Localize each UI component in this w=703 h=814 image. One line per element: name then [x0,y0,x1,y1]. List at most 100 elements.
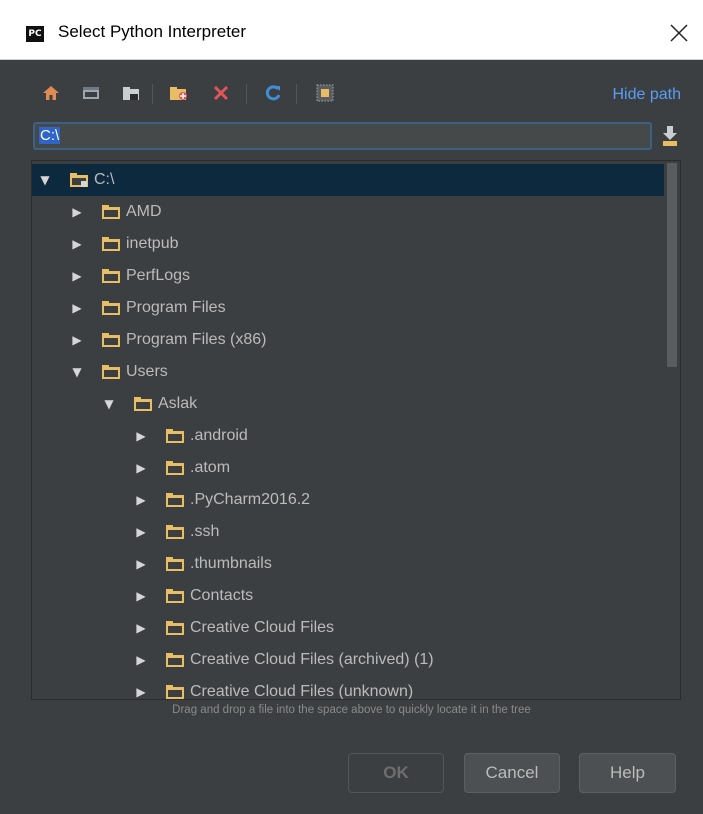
delete-button[interactable] [210,82,232,104]
tree-item[interactable]: ▶ AMD [32,196,664,228]
download-icon [663,126,677,146]
toolbar-separator [152,84,153,104]
title-bar: PC Select Python Interpreter [0,0,703,60]
folder-icon [166,493,184,507]
tree-item-label: Contacts [190,587,254,604]
home-button[interactable] [40,82,62,104]
tree-item-label: Aslak [158,395,198,412]
folder-icon [102,301,120,315]
expand-arrow-icon[interactable]: ▶ [134,484,148,516]
toolbar-separator [296,84,297,104]
tree-item-label: .android [190,427,248,444]
folder-icon [166,461,184,475]
new-folder-icon [170,87,187,100]
expand-arrow-icon[interactable]: ▶ [70,292,84,324]
expand-arrow-icon[interactable]: ▶ [134,516,148,548]
folder-icon [166,621,184,635]
folder-icon [166,557,184,571]
expand-arrow-icon[interactable]: ▶ [70,324,84,356]
expand-arrow-icon[interactable]: ▶ [134,420,148,452]
tree-item-label: Users [126,363,168,380]
tree-item[interactable]: ▶ Creative Cloud Files [32,612,664,644]
folder-icon [166,525,184,539]
folder-icon [102,365,120,379]
toolbar-separator [246,84,247,104]
refresh-icon [265,85,281,101]
expand-arrow-icon[interactable]: ▶ [70,228,84,260]
path-history-button[interactable] [656,122,684,150]
tree-item-label: .PyCharm2016.2 [190,491,311,508]
tree-item-label: AMD [126,203,162,220]
tree-item-label: PerfLogs [126,267,191,284]
close-icon [670,24,688,42]
folder-icon [102,237,120,251]
tree-item-label: Creative Cloud Files [190,619,335,636]
folder-icon [102,205,120,219]
scrollbar-thumb[interactable] [667,163,677,367]
expand-arrow-icon[interactable]: ▶ [134,452,148,484]
project-folder-icon [123,87,139,100]
folder-icon [134,397,152,411]
tree-item-label: inetpub [126,235,179,252]
tree-item-label: C:\ [94,171,115,188]
hide-path-link[interactable]: Hide path [613,86,682,104]
expand-arrow-icon[interactable]: ▶ [134,676,148,699]
desktop-icon [83,87,99,99]
expand-arrow-icon[interactable]: ▶ [70,196,84,228]
expand-arrow-icon[interactable]: ▶ [134,548,148,580]
expand-arrow-icon[interactable]: ▶ [134,580,148,612]
tree-item[interactable]: ▶ Contacts [32,580,664,612]
tree-item[interactable]: ▶ inetpub [32,228,664,260]
ok-button[interactable]: OK [348,753,444,793]
close-button[interactable] [660,14,698,52]
refresh-button[interactable] [262,82,284,104]
tree-item[interactable]: ▶ .android [32,420,664,452]
path-input[interactable]: C:\ [33,122,652,150]
expand-arrow-icon[interactable]: ▶ [70,260,84,292]
folder-icon [102,333,120,347]
tree-item[interactable]: ▶ Program Files [32,292,664,324]
tree-item[interactable]: ▼ C:\ [32,164,664,196]
path-value: C:\ [39,127,61,144]
collapse-arrow-icon[interactable]: ▼ [70,356,84,388]
folder-icon [102,269,120,283]
window-title: Select Python Interpreter [58,22,247,41]
tree-item-label: .atom [190,459,231,476]
expand-arrow-icon[interactable]: ▶ [134,644,148,676]
tree-item[interactable]: ▶ Program Files (x86) [32,324,664,356]
home-icon [43,86,59,100]
vertical-scrollbar[interactable] [664,161,680,699]
tree-item-label: Creative Cloud Files (unknown) [190,683,414,700]
tree-item-label: Creative Cloud Files (archived) (1) [190,651,434,668]
tree-item[interactable]: ▼ Aslak [32,388,664,420]
tree-item-label: .thumbnails [190,555,272,572]
tree-item[interactable]: ▼ Users [32,356,664,388]
tree-item[interactable]: ▶ .atom [32,452,664,484]
tree-item[interactable]: ▶ Creative Cloud Files (unknown) [32,676,664,700]
folder-icon [166,429,184,443]
folder-icon [166,653,184,667]
tree-item[interactable]: ▶ .PyCharm2016.2 [32,484,664,516]
collapse-arrow-icon[interactable]: ▼ [38,164,52,196]
tree-item[interactable]: ▶ Creative Cloud Files (archived) (1) [32,644,664,676]
pycharm-logo-icon: PC [26,26,44,42]
tree-item-label: .ssh [190,523,220,540]
drag-drop-hint: Drag and drop a file into the space abov… [172,704,531,716]
expand-arrow-icon[interactable]: ▶ [134,612,148,644]
tree-item-label: Program Files (x86) [126,331,267,348]
file-tree[interactable]: ▼ C:\ ▶ AMD ▶ inetpub ▶ PerfLogs ▶ Program Files ▶… [31,160,681,700]
cancel-button[interactable]: Cancel [464,753,560,793]
drive-icon [70,173,88,187]
folder-icon [166,589,184,603]
new-folder-button[interactable] [168,82,190,104]
project-folder-button[interactable] [120,82,142,104]
tree-item[interactable]: ▶ PerfLogs [32,260,664,292]
tree-item-label: Program Files [126,299,226,316]
collapse-arrow-icon[interactable]: ▼ [102,388,116,420]
show-hidden-button[interactable] [314,82,336,104]
desktop-button[interactable] [80,82,102,104]
tree-item[interactable]: ▶ .thumbnails [32,548,664,580]
help-button[interactable]: Help [579,753,676,793]
delete-icon [213,85,229,101]
tree-item[interactable]: ▶ .ssh [32,516,664,548]
